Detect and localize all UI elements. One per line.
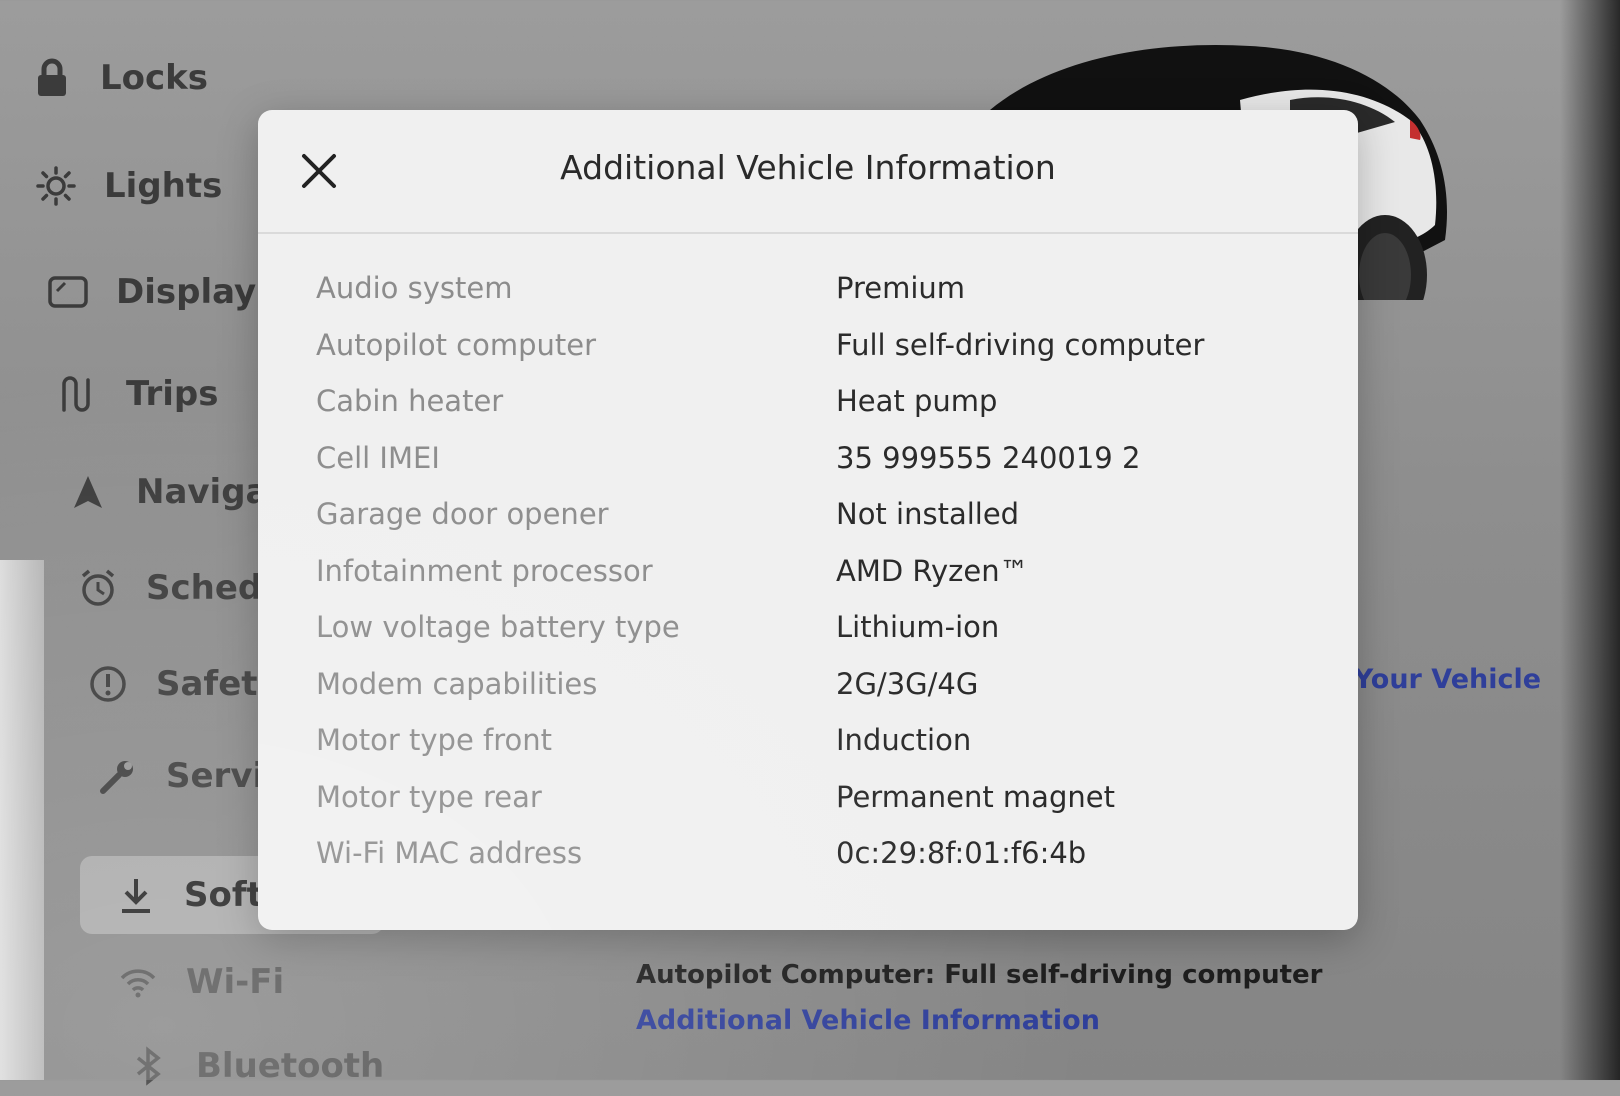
sidebar-item-bluetooth[interactable]: Bluetooth [126, 1036, 384, 1096]
info-row-infotainment-processor: Infotainment processor AMD Ryzen™ [316, 543, 1326, 600]
info-label: Motor type rear [316, 779, 542, 814]
sidebar-item-label: Wi-Fi [186, 962, 285, 1002]
info-label: Modem capabilities [316, 666, 598, 701]
info-row-modem-capabilities: Modem capabilities 2G/3G/4G [316, 656, 1326, 713]
info-label: Low voltage battery type [316, 610, 680, 645]
info-row-cabin-heater: Cabin heater Heat pump [316, 373, 1326, 430]
sidebar-item-label: Trips [126, 374, 219, 414]
info-value: Lithium-ion [836, 610, 1000, 645]
info-value: 2G/3G/4G [836, 666, 979, 701]
vehicle-info-list: Audio system Premium Autopilot computer … [316, 260, 1326, 882]
screen-bezel [1560, 0, 1620, 1080]
sidebar-item-locks[interactable]: Locks [30, 48, 208, 108]
additional-vehicle-info-dialog: Additional Vehicle Information Audio sys… [258, 110, 1358, 930]
info-row-autopilot-computer: Autopilot computer Full self-driving com… [316, 317, 1326, 374]
sidebar-item-display[interactable]: Display [46, 262, 256, 322]
sidebar-item-label: Locks [100, 58, 209, 98]
info-label: Garage door opener [316, 497, 609, 532]
sidebar-item-wifi[interactable]: Wi-Fi [116, 952, 284, 1012]
info-label: Infotainment processor [316, 553, 653, 588]
alarm-clock-icon [76, 566, 120, 610]
info-row-motor-type-rear: Motor type rear Permanent magnet [316, 769, 1326, 826]
alert-circle-icon [86, 662, 130, 706]
sidebar-item-lights[interactable]: Lights [34, 156, 222, 216]
info-value: AMD Ryzen™ [836, 553, 1029, 588]
sidebar-item-label: Lights [104, 166, 223, 206]
navigation-arrow-icon [66, 470, 110, 514]
dialog-header: Additional Vehicle Information [258, 110, 1358, 234]
info-value: Permanent magnet [836, 779, 1115, 814]
close-button[interactable] [296, 148, 342, 194]
sidebar-item-trips[interactable]: Trips [56, 364, 218, 424]
lock-icon [30, 56, 74, 100]
info-value: Heat pump [836, 384, 998, 419]
info-row-low-voltage-battery: Low voltage battery type Lithium-ion [316, 599, 1326, 656]
sun-icon [34, 164, 78, 208]
info-value: 35 999555 240019 2 [836, 440, 1141, 475]
autopilot-computer-text: Autopilot Computer: Full self-driving co… [636, 960, 1323, 990]
dialog-title: Additional Vehicle Information [560, 148, 1056, 187]
info-row-wifi-mac-address: Wi-Fi MAC address 0c:29:8f:01:f6:4b [316, 825, 1326, 882]
info-row-motor-type-front: Motor type front Induction [316, 712, 1326, 769]
info-label: Cabin heater [316, 384, 504, 419]
info-value: Not installed [836, 497, 1020, 532]
info-row-garage-door-opener: Garage door opener Not installed [316, 486, 1326, 543]
sidebar-item-label: Bluetooth [196, 1046, 385, 1086]
vehicle-link-partial[interactable]: e Your Vehicle [1326, 664, 1541, 695]
info-value: Premium [836, 271, 966, 306]
display-icon [46, 270, 90, 314]
sidebar-item-safety[interactable]: Safety [86, 654, 280, 714]
sidebar-item-label: Display [116, 272, 257, 312]
info-label: Cell IMEI [316, 440, 440, 475]
info-label: Motor type front [316, 723, 553, 758]
wrench-icon [96, 754, 140, 798]
bluetooth-icon [126, 1044, 170, 1088]
info-value: Induction [836, 723, 972, 758]
download-icon [114, 873, 158, 917]
info-row-audio-system: Audio system Premium [316, 260, 1326, 317]
info-label: Wi-Fi MAC address [316, 836, 583, 871]
wifi-icon [116, 960, 160, 1004]
info-label: Autopilot computer [316, 327, 597, 362]
info-label: Audio system [316, 271, 513, 306]
trips-icon [56, 372, 100, 416]
info-value: Full self-driving computer [836, 327, 1205, 362]
additional-vehicle-info-link[interactable]: Additional Vehicle Information [636, 1005, 1100, 1036]
close-icon [302, 154, 336, 188]
info-row-cell-imei: Cell IMEI 35 999555 240019 2 [316, 430, 1326, 487]
info-value: 0c:29:8f:01:f6:4b [836, 836, 1087, 871]
